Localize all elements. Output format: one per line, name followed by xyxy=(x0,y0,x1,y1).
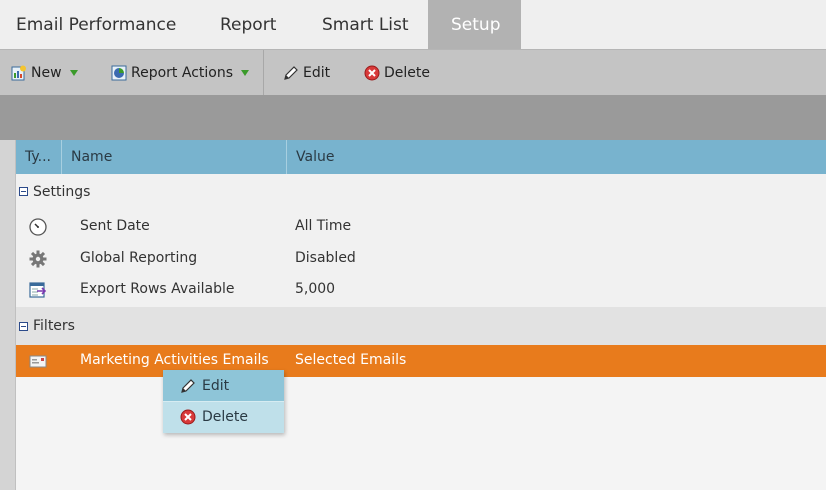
row-value: Disabled xyxy=(295,250,356,266)
context-menu: Edit Delete xyxy=(163,370,284,433)
tab-smart-list[interactable]: Smart List xyxy=(299,0,428,49)
context-menu-delete[interactable]: Delete xyxy=(163,401,284,432)
table-row[interactable]: Global Reporting Disabled xyxy=(16,243,826,274)
report-actions-icon xyxy=(111,65,127,81)
delete-button-label: Delete xyxy=(384,64,430,81)
toolbar: New Report Actions Edit Delete xyxy=(0,49,826,95)
pencil-icon xyxy=(180,378,196,394)
row-name: Sent Date xyxy=(80,218,150,234)
toolbar-divider xyxy=(263,50,264,95)
clock-icon xyxy=(28,217,48,237)
column-header-type[interactable]: Ty... xyxy=(16,140,62,174)
tab-report[interactable]: Report xyxy=(198,0,299,49)
table-row[interactable]: Export Rows Available 5,000 xyxy=(16,274,826,305)
row-value: 5,000 xyxy=(295,281,336,297)
email-icon xyxy=(28,351,48,371)
collapse-icon[interactable] xyxy=(19,321,28,331)
delete-button[interactable]: Delete xyxy=(364,50,430,95)
group-label: Filters xyxy=(33,318,75,334)
context-menu-edit-label: Edit xyxy=(202,377,230,394)
grid-header: Ty... Name Value xyxy=(16,140,826,174)
table-row[interactable]: Sent Date All Time xyxy=(16,211,826,242)
context-menu-edit[interactable]: Edit xyxy=(163,370,284,401)
row-name: Global Reporting xyxy=(80,250,198,266)
collapse-icon[interactable] xyxy=(19,187,28,196)
edit-button-label: Edit xyxy=(303,64,331,81)
export-icon xyxy=(28,280,48,300)
report-actions-dropdown-arrow-icon[interactable] xyxy=(241,69,249,76)
table-row-selected[interactable]: Marketing Activities Emails Selected Ema… xyxy=(16,345,826,377)
grid-empty-area xyxy=(16,377,826,490)
row-value: All Time xyxy=(295,218,352,234)
delete-icon xyxy=(364,65,380,81)
new-button[interactable]: New xyxy=(11,50,78,95)
pencil-icon xyxy=(283,65,299,81)
tab-setup[interactable]: Setup xyxy=(428,0,521,49)
row-value: Selected Emails xyxy=(295,352,407,368)
row-name: Export Rows Available xyxy=(80,281,235,297)
group-row-settings[interactable]: Settings xyxy=(16,175,826,208)
delete-icon xyxy=(180,409,196,425)
edit-button[interactable]: Edit xyxy=(283,50,330,95)
sub-toolbar xyxy=(0,95,826,140)
column-header-value[interactable]: Value xyxy=(287,140,826,174)
column-header-name[interactable]: Name xyxy=(62,140,287,174)
group-row-filters[interactable]: Filters xyxy=(16,307,826,345)
gear-icon xyxy=(28,249,48,269)
report-actions-label: Report Actions xyxy=(131,64,233,81)
tab-email-performance[interactable]: Email Performance xyxy=(0,0,198,49)
setup-grid: Ty... Name Value Settings Sent Date All … xyxy=(16,140,826,490)
new-button-label: New xyxy=(31,64,62,81)
report-actions-button[interactable]: Report Actions xyxy=(111,50,249,95)
context-menu-delete-label: Delete xyxy=(202,409,248,425)
tab-bar: Email Performance Report Smart List Setu… xyxy=(0,0,826,49)
left-gutter xyxy=(0,140,16,490)
new-dropdown-arrow-icon[interactable] xyxy=(69,69,78,76)
new-report-icon xyxy=(11,65,27,81)
group-label: Settings xyxy=(33,183,91,200)
